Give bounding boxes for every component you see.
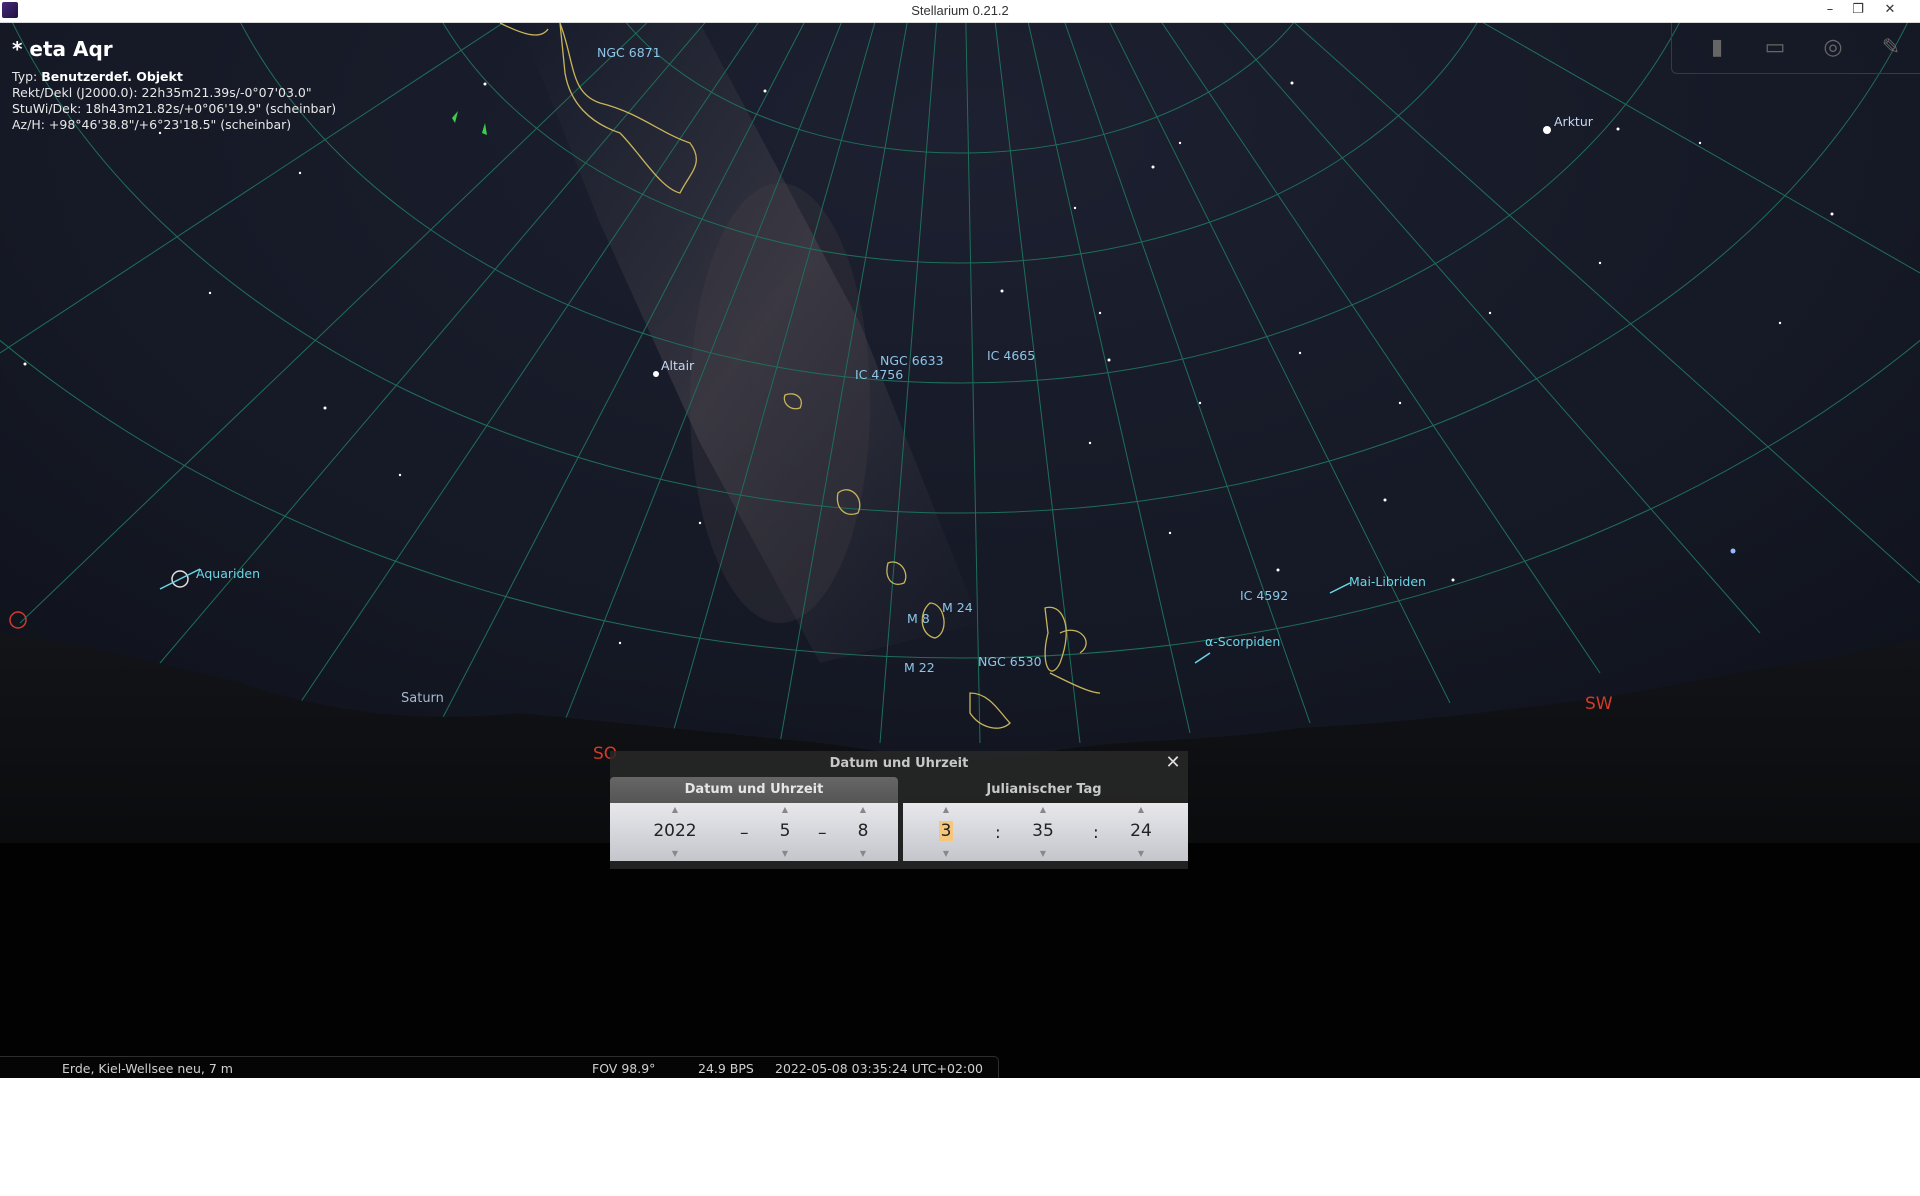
minute-spinbox[interactable]: ▲ 35 ▼ <box>1023 803 1063 861</box>
label-ic4665[interactable]: IC 4665 <box>987 348 1035 363</box>
minute-value[interactable]: 35 <box>1023 821 1063 841</box>
label-ngc6530[interactable]: NGC 6530 <box>978 654 1042 669</box>
cardinal-sw: SW <box>1585 694 1613 714</box>
window-title: Stellarium 0.21.2 <box>911 3 1009 18</box>
close-window-button[interactable]: ✕ <box>1876 0 1904 22</box>
day-spinbox[interactable]: ▲ 8 ▼ <box>848 803 878 861</box>
time-separator: : <box>995 823 1001 843</box>
hour-value[interactable]: 3 <box>938 821 954 841</box>
sky-canvas <box>0 23 1920 1078</box>
label-ngc6633[interactable]: NGC 6633 <box>880 353 944 368</box>
label-aquariden[interactable]: Aquariden <box>196 566 260 581</box>
hour-down-arrow[interactable]: ▼ <box>931 849 961 859</box>
second-value[interactable]: 24 <box>1121 821 1161 841</box>
status-datetime[interactable]: 2022-05-08 03:35:24 UTC+02:00 <box>775 1061 983 1076</box>
object-azalt: Az/H: +98°46'38.8"/+6°23'18.5" (scheinba… <box>12 117 292 132</box>
day-down-arrow[interactable]: ▼ <box>848 849 878 859</box>
label-arktur[interactable]: Arktur <box>1554 114 1593 129</box>
window-title-bar: Stellarium 0.21.2 – ❐ ✕ <box>0 0 1920 23</box>
label-m24[interactable]: M 24 <box>942 600 973 615</box>
milky-way-core <box>690 183 870 623</box>
second-spinbox[interactable]: ▲ 24 ▼ <box>1121 803 1161 861</box>
minute-down-arrow[interactable]: ▼ <box>1023 849 1063 859</box>
year-down-arrow[interactable]: ▼ <box>640 849 710 859</box>
date-separator: – <box>740 823 749 843</box>
time-panel: ▲ 3 ▼ : ▲ 35 ▼ : ▲ 24 ▼ <box>903 803 1188 861</box>
object-type-value: Benutzerdef. Objekt <box>41 69 183 84</box>
label-alpha-scorpiden[interactable]: α-Scorpiden <box>1205 634 1280 649</box>
label-mai-libriden[interactable]: Mai-Libriden <box>1349 574 1426 589</box>
label-m22[interactable]: M 22 <box>904 660 935 675</box>
label-saturn[interactable]: Saturn <box>401 691 444 706</box>
label-ngc6871[interactable]: NGC 6871 <box>597 45 661 60</box>
status-fps: 24.9 BPS <box>698 1061 754 1076</box>
year-value[interactable]: 2022 <box>640 821 710 841</box>
minute-up-arrow[interactable]: ▲ <box>1023 805 1063 815</box>
date-separator: – <box>818 823 827 843</box>
label-m8[interactable]: M 8 <box>907 611 930 626</box>
object-name: * eta Aqr <box>12 37 113 61</box>
second-down-arrow[interactable]: ▼ <box>1121 849 1161 859</box>
label-ic4592[interactable]: IC 4592 <box>1240 588 1288 603</box>
year-spinbox[interactable]: ▲ 2022 ▼ <box>640 803 710 861</box>
target-icon[interactable]: ◎ <box>1818 33 1848 63</box>
minimize-button[interactable]: – <box>1816 0 1844 22</box>
date-panel: ▲ 2022 ▼ – ▲ 5 ▼ – ▲ 8 ▼ <box>610 803 898 861</box>
tab-date-time[interactable]: Datum und Uhrzeit <box>610 777 898 803</box>
restore-button[interactable]: ❐ <box>1844 0 1872 22</box>
hour-value-wrap[interactable]: 3 <box>931 821 961 841</box>
landscape-ground <box>0 843 1920 1078</box>
second-up-arrow[interactable]: ▲ <box>1121 805 1161 815</box>
screen-icon[interactable]: ▭ <box>1760 33 1790 63</box>
datetime-dialog: Datum und Uhrzeit ✕ Datum und Uhrzeit Ju… <box>610 751 1188 869</box>
year-up-arrow[interactable]: ▲ <box>640 805 710 815</box>
status-bar: Erde, Kiel-Wellsee neu, 7 m FOV 98.9° 24… <box>0 1056 999 1078</box>
day-up-arrow[interactable]: ▲ <box>848 805 878 815</box>
object-hadec: StuWi/Dek: 18h43m21.82s/+0°06'19.9" (sch… <box>12 101 337 116</box>
wrench-icon[interactable]: ✎ <box>1876 33 1906 63</box>
top-toolbar: ▮ ▭ ◎ ✎ <box>1671 23 1920 74</box>
month-down-arrow[interactable]: ▼ <box>770 849 800 859</box>
object-info-panel: * eta Aqr Typ: Benutzerdef. Objekt Rekt/… <box>12 37 336 133</box>
sky-view[interactable]: * eta Aqr Typ: Benutzerdef. Objekt Rekt/… <box>0 23 1920 1078</box>
label-ic4756[interactable]: IC 4756 <box>855 367 903 382</box>
label-altair[interactable]: Altair <box>661 358 694 373</box>
month-value[interactable]: 5 <box>770 821 800 841</box>
status-location[interactable]: Erde, Kiel-Wellsee neu, 7 m <box>62 1061 233 1076</box>
hour-up-arrow[interactable]: ▲ <box>931 805 961 815</box>
object-type-label: Typ: <box>12 69 38 84</box>
tab-julian-day[interactable]: Julianischer Tag <box>900 777 1188 803</box>
hour-spinbox[interactable]: ▲ 3 ▼ <box>931 803 961 861</box>
month-up-arrow[interactable]: ▲ <box>770 805 800 815</box>
month-spinbox[interactable]: ▲ 5 ▼ <box>770 803 800 861</box>
bin-icon[interactable]: ▮ <box>1702 33 1732 63</box>
day-value[interactable]: 8 <box>848 821 878 841</box>
dialog-close-button[interactable]: ✕ <box>1164 754 1182 772</box>
object-radec: Rekt/Dekl (J2000.0): 22h35m21.39s/-0°07'… <box>12 85 312 100</box>
time-separator: : <box>1093 823 1099 843</box>
status-fov: FOV 98.9° <box>592 1061 656 1076</box>
window-bottom-blank <box>0 1078 1920 1196</box>
object-type-line: Typ: Benutzerdef. Objekt <box>12 69 336 85</box>
dialog-title: Datum und Uhrzeit <box>829 756 969 771</box>
